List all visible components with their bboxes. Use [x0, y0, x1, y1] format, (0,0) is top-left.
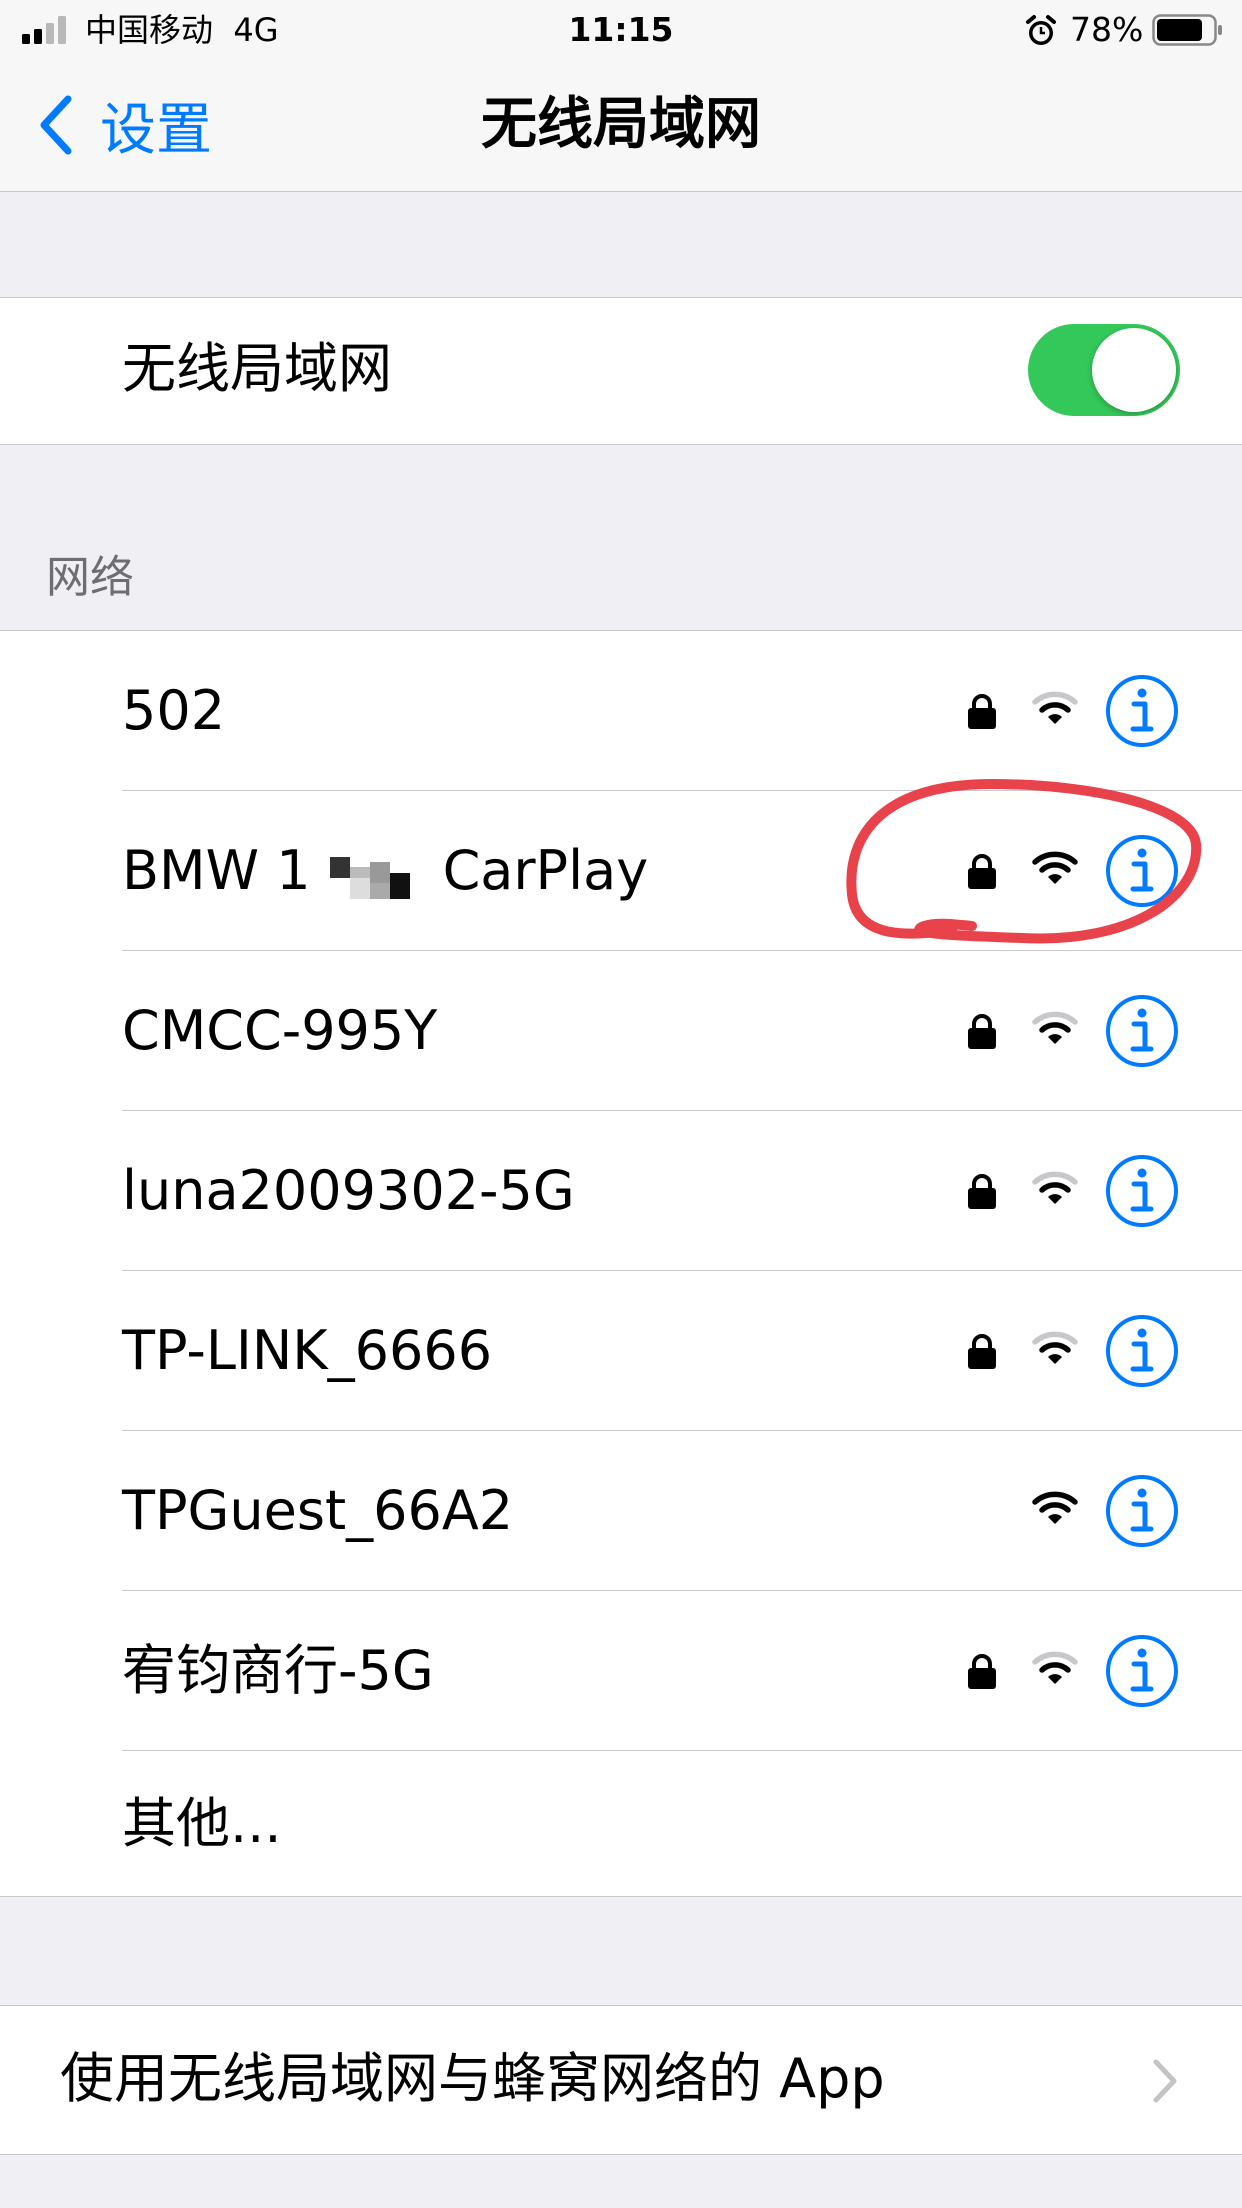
other-network-row[interactable]: 其他...: [0, 1751, 1242, 1896]
info-icon[interactable]: [1104, 673, 1180, 749]
network-name: 宥钧商行-5G: [122, 1639, 434, 1702]
network-name-suffix: CarPlay: [442, 839, 649, 902]
network-row-tp-link-6666[interactable]: TP-LINK_6666: [0, 1271, 1242, 1431]
network-list: 502 BMW 1 CarPlay CMCC-995Y luna2009302-5…: [0, 630, 1242, 1897]
battery-percentage: 78%: [1070, 10, 1144, 49]
network-name: luna2009302-5G: [122, 1159, 575, 1222]
network-name: TPGuest_66A2: [122, 1479, 514, 1542]
wifi-toggle-switch[interactable]: [1028, 324, 1180, 416]
info-icon[interactable]: [1104, 1313, 1180, 1389]
network-row-cmcc-995y[interactable]: CMCC-995Y: [0, 951, 1242, 1111]
wifi-icon: [1032, 1171, 1078, 1204]
network-row-luna2009302-5g[interactable]: luna2009302-5G: [0, 1111, 1242, 1271]
battery-icon: [1152, 14, 1222, 46]
network-name-prefix: BMW 1: [122, 839, 311, 902]
chevron-right-icon: [1153, 2059, 1177, 2103]
apps-using-wifi-cellular-label: 使用无线局域网与蜂窝网络的 App: [60, 2047, 885, 2110]
wifi-icon: [1032, 1651, 1078, 1684]
wifi-icon: [1032, 691, 1078, 724]
status-bar: 中国移动 4G 11:15 78%: [0, 0, 1242, 60]
network-name: TP-LINK_6666: [122, 1319, 493, 1382]
info-icon[interactable]: [1104, 1153, 1180, 1229]
info-icon[interactable]: [1104, 833, 1180, 909]
alarm-icon: [1026, 15, 1056, 45]
other-network-label: 其他...: [122, 1792, 282, 1855]
network-row-502[interactable]: 502: [0, 631, 1242, 791]
wifi-icon: [1032, 1011, 1078, 1044]
toggle-knob: [1092, 328, 1176, 412]
apps-using-wifi-cellular-row[interactable]: 使用无线局域网与蜂窝网络的 App: [0, 2005, 1242, 2155]
lock-icon: [968, 1014, 996, 1049]
network-row-youjun-5g[interactable]: 宥钧商行-5G: [0, 1591, 1242, 1751]
lock-icon: [968, 1174, 996, 1209]
wifi-icon: [1032, 1331, 1078, 1364]
page-title: 无线局域网: [481, 92, 761, 157]
wifi-toggle-row: 无线局域网: [0, 297, 1242, 445]
redaction-mosaic: [330, 857, 410, 899]
lock-icon: [968, 1654, 996, 1689]
network-row-bmw-carplay[interactable]: BMW 1 CarPlay: [0, 791, 1242, 951]
info-icon[interactable]: [1104, 993, 1180, 1069]
info-icon[interactable]: [1104, 1633, 1180, 1709]
wifi-toggle-label: 无线局域网: [122, 337, 392, 400]
wifi-icon: [1032, 851, 1078, 884]
info-icon[interactable]: [1104, 1473, 1180, 1549]
lock-icon: [968, 694, 996, 729]
networks-section-header: 网络: [46, 552, 134, 603]
navigation-bar: 设置 无线局域网: [0, 60, 1242, 192]
network-name: 502: [122, 679, 226, 742]
lock-icon: [968, 1334, 996, 1369]
network-name: CMCC-995Y: [122, 999, 438, 1062]
lock-icon: [968, 854, 996, 889]
network-row-tpguest-66a2[interactable]: TPGuest_66A2: [0, 1431, 1242, 1591]
wifi-icon: [1032, 1491, 1078, 1524]
